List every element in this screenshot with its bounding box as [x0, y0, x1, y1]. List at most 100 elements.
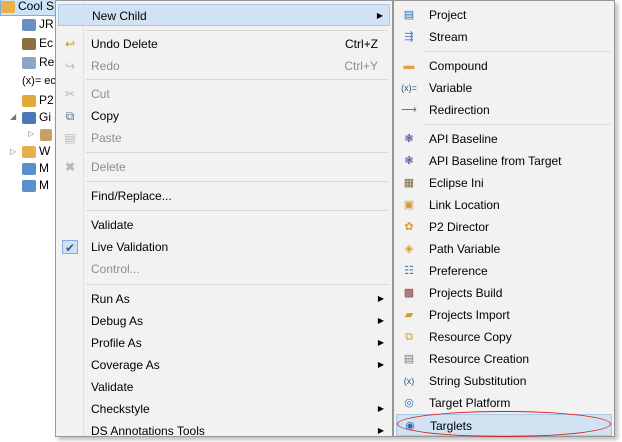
api-baseline-icon: ❃ [404, 155, 414, 167]
submenu-item-path-variable[interactable]: ◈ Path Variable [396, 238, 612, 260]
checkmark-icon: ✔ [62, 240, 78, 255]
resource-creation-icon: ▤ [403, 353, 415, 365]
submenu-item-label: API Baseline from Target [429, 154, 562, 168]
submenu-item-label: Preference [429, 264, 488, 278]
menu-item-validate-2[interactable]: Validate [58, 376, 390, 398]
path-variable-icon: ◈ [404, 243, 414, 255]
tree-item[interactable]: (x)= ec [22, 71, 56, 91]
menu-item-control[interactable]: Control... [58, 258, 390, 280]
menu-item-live-validation[interactable]: ✔ Live Validation [58, 236, 390, 258]
menu-separator [86, 30, 388, 31]
menu-item-shortcut: Ctrl+Z [345, 37, 378, 51]
submenu-item-resource-creation[interactable]: ▤ Resource Creation [396, 348, 612, 370]
menu-item-run-as[interactable]: Run As ▶ [58, 288, 390, 310]
tree-item-label: JR [39, 17, 54, 31]
submenu-item-variable[interactable]: (x)= Variable [396, 77, 612, 99]
menu-item-label: Undo Delete [91, 37, 158, 51]
menu-item-cut[interactable]: ✂ Cut [58, 83, 390, 105]
menu-separator [424, 124, 610, 125]
tree-item[interactable]: JR [22, 14, 54, 34]
menu-item-checkstyle[interactable]: Checkstyle ▶ [58, 398, 390, 420]
menu-item-validate[interactable]: Validate [58, 214, 390, 236]
menu-item-label: Checkstyle [91, 402, 150, 416]
model-icon [22, 179, 36, 192]
expand-arrow-icon[interactable]: ◢ [10, 112, 16, 121]
file-icon [22, 56, 36, 69]
submenu-item-projects-import[interactable]: ▰ Projects Import [396, 304, 612, 326]
paste-icon: ▤ [64, 131, 76, 145]
submenu-item-label: Eclipse Ini [429, 176, 484, 190]
submenu-item-label: Resource Creation [429, 352, 530, 366]
menu-item-find-replace[interactable]: Find/Replace... [58, 185, 390, 207]
string-substitution-icon: (x) [403, 376, 415, 386]
submenu-item-label: Project [429, 8, 467, 22]
submenu-item-label: API Baseline [429, 132, 498, 146]
tree-item-label: M [39, 178, 49, 192]
submenu-item-preference[interactable]: ☷ Preference [396, 260, 612, 282]
copy-icon: ⧉ [65, 109, 75, 123]
menu-item-paste[interactable]: ▤ Paste [58, 127, 390, 149]
tree-item-label: (x)= ec [22, 75, 56, 87]
p2-icon [22, 94, 36, 107]
scissors-icon: ✂ [64, 87, 76, 101]
menu-separator [86, 210, 388, 211]
menu-item-profile-as[interactable]: Profile As ▶ [58, 332, 390, 354]
collapse-arrow-icon[interactable]: ▷ [10, 147, 16, 156]
submenu-item-link-location[interactable]: ▣ Link Location [396, 194, 612, 216]
menu-item-undo-delete[interactable]: ↩ Undo Delete Ctrl+Z [58, 33, 390, 55]
tree-item[interactable]: Ec [22, 33, 53, 53]
submenu-item-api-baseline[interactable]: ❃ API Baseline [396, 128, 612, 150]
menu-item-label: Find/Replace... [91, 189, 172, 203]
submenu-item-string-substitution[interactable]: (x) String Substitution [396, 370, 612, 392]
import-icon: ▰ [404, 309, 414, 321]
resource-copy-icon: ⧉ [405, 331, 413, 343]
submenu-item-stream[interactable]: ⇶ Stream [396, 26, 612, 48]
submenu-item-label: Target Platform [429, 396, 511, 410]
tree-item-label: Cool S [18, 0, 55, 13]
submenu-item-target-platform[interactable]: ◎ Target Platform [396, 392, 612, 414]
menu-item-shortcut: Ctrl+Y [344, 59, 378, 73]
tree-item-label: Gi [39, 110, 51, 124]
menu-item-redo[interactable]: ↪ Redo Ctrl+Y [58, 55, 390, 77]
submenu-item-compound[interactable]: ▬ Compound [396, 55, 612, 77]
submenu-item-label: Resource Copy [429, 330, 512, 344]
folder-icon [22, 145, 36, 158]
menu-item-label: Paste [91, 131, 122, 145]
submenu-item-targlets[interactable]: ◉ Targlets [396, 414, 612, 436]
menu-item-copy[interactable]: ⧉ Copy [58, 105, 390, 127]
submenu-arrow-icon: ▶ [377, 426, 384, 435]
submenu-item-project[interactable]: ▤ Project [396, 4, 612, 26]
link-location-icon: ▣ [403, 199, 415, 211]
tree-item[interactable]: Re [22, 52, 54, 72]
build-icon: ▩ [403, 287, 415, 299]
menu-item-label: Cut [91, 87, 110, 101]
file-icon [40, 128, 52, 141]
submenu-item-label: Redirection [429, 103, 490, 117]
stream-icon: ⇶ [404, 31, 414, 43]
ini-file-icon: ▦ [403, 177, 415, 189]
submenu-item-projects-build[interactable]: ▩ Projects Build [396, 282, 612, 304]
git-icon [22, 111, 36, 124]
submenu-item-eclipse-ini[interactable]: ▦ Eclipse Ini [396, 172, 612, 194]
submenu-item-redirection[interactable]: ⟶ Redirection [396, 99, 612, 121]
menu-item-debug-as[interactable]: Debug As ▶ [58, 310, 390, 332]
collapse-arrow-icon[interactable]: ▷ [28, 129, 34, 138]
submenu-arrow-icon: ▶ [377, 294, 384, 303]
menu-item-delete[interactable]: ✖ Delete [58, 156, 390, 178]
file-icon [22, 37, 36, 50]
context-menu: New Child ▶ ↩ Undo Delete Ctrl+Z ↪ Redo … [55, 0, 393, 438]
api-baseline-icon: ❃ [404, 133, 414, 145]
submenu-item-api-baseline-from-target[interactable]: ❃ API Baseline from Target [396, 150, 612, 172]
tree-item[interactable]: M [22, 175, 49, 195]
menu-item-label: New Child [92, 9, 147, 23]
submenu-item-label: Variable [429, 81, 473, 95]
submenu-item-resource-copy[interactable]: ⧉ Resource Copy [396, 326, 612, 348]
menu-separator [424, 51, 610, 52]
menu-item-coverage-as[interactable]: Coverage As ▶ [58, 354, 390, 376]
menu-item-ds-annotations-tools[interactable]: DS Annotations Tools ▶ [58, 420, 390, 442]
tree-item-label: Re [39, 55, 55, 69]
menu-item-new-child[interactable]: New Child ▶ [58, 4, 390, 26]
submenu-item-p2-director[interactable]: ✿ P2 Director [396, 216, 612, 238]
preference-icon: ☷ [404, 265, 414, 277]
folder-icon [1, 0, 15, 13]
